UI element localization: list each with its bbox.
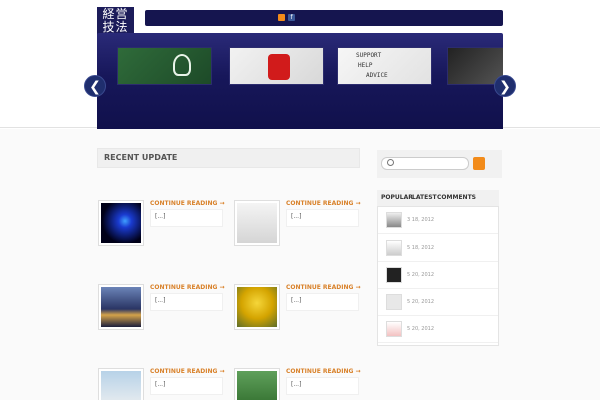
post-thumbnail[interactable] <box>234 200 280 246</box>
post-card: CONTINUE READING → [...] <box>98 284 225 334</box>
list-item[interactable]: 3 18, 2012 <box>378 207 498 234</box>
slide-4[interactable] <box>447 47 503 85</box>
list-item[interactable]: 5 20, 2012 <box>378 316 498 343</box>
list-item[interactable]: 5 20, 2012 <box>378 262 498 289</box>
search-button[interactable] <box>473 157 485 170</box>
slider-prev-button[interactable]: ❮ <box>84 75 106 97</box>
continue-reading-link[interactable]: CONTINUE READING → <box>286 200 361 207</box>
post-card: CONTINUE READING → [...] <box>234 200 361 250</box>
list-item-thumbnail[interactable] <box>386 321 402 337</box>
list-item-date: 5 20, 2012 <box>407 326 435 332</box>
post-card: CONTINUE READING → [...] <box>98 368 225 400</box>
slide-1[interactable] <box>117 47 212 85</box>
tab-latest[interactable]: LATEST <box>412 194 437 201</box>
list-item-date: 5 20, 2012 <box>407 299 435 305</box>
site-logo[interactable]: 経営技法 <box>97 7 134 35</box>
tab-popular[interactable]: POPULAR <box>381 194 413 201</box>
image-slider: SUPPORT HELP ADVICE <box>97 33 503 141</box>
list-item-thumbnail[interactable] <box>386 212 402 228</box>
list-item-date: 3 18, 2012 <box>407 217 435 223</box>
post-excerpt: [...] <box>150 209 223 227</box>
post-excerpt: [...] <box>286 293 359 311</box>
recent-update-header: RECENT UPDATE <box>97 148 360 168</box>
post-thumbnail[interactable] <box>234 284 280 330</box>
popular-list: 3 18, 2012 5 18, 2012 5 20, 2012 5 20, 2… <box>377 206 499 346</box>
tab-comments[interactable]: COMMENTS <box>437 194 476 201</box>
post-excerpt: [...] <box>286 209 359 227</box>
post-thumbnail[interactable] <box>98 284 144 330</box>
post-excerpt: [...] <box>150 293 223 311</box>
search-icon <box>387 159 394 166</box>
post-thumbnail[interactable] <box>98 200 144 246</box>
post-card: CONTINUE READING → [...] <box>98 200 225 250</box>
continue-reading-link[interactable]: CONTINUE READING → <box>150 368 225 375</box>
post-excerpt: [...] <box>150 377 223 395</box>
list-item-thumbnail[interactable] <box>386 294 402 310</box>
slide-strip: SUPPORT HELP ADVICE <box>97 41 503 97</box>
post-card: CONTINUE READING → [...] <box>234 368 361 400</box>
list-item-date: 5 20, 2012 <box>407 272 435 278</box>
post-excerpt: [...] <box>286 377 359 395</box>
section-title: RECENT UPDATE <box>104 153 178 162</box>
continue-reading-link[interactable]: CONTINUE READING → <box>286 368 361 375</box>
continue-reading-link[interactable]: CONTINUE READING → <box>150 284 225 291</box>
top-bar <box>145 10 503 26</box>
list-item[interactable]: 5 18, 2012 <box>378 235 498 262</box>
sidebar-tabs: POPULAR LATEST COMMENTS <box>377 190 499 206</box>
facebook-icon[interactable]: f <box>288 14 295 21</box>
continue-reading-link[interactable]: CONTINUE READING → <box>286 284 361 291</box>
post-thumbnail[interactable] <box>234 368 280 400</box>
slide-2[interactable] <box>229 47 324 85</box>
list-item-thumbnail[interactable] <box>386 240 402 256</box>
content-area <box>0 129 600 400</box>
list-item-date: 5 18, 2012 <box>407 245 435 251</box>
search-input[interactable] <box>381 157 469 170</box>
continue-reading-link[interactable]: CONTINUE READING → <box>150 200 225 207</box>
list-item-thumbnail[interactable] <box>386 267 402 283</box>
post-thumbnail[interactable] <box>98 368 144 400</box>
slide-3[interactable]: SUPPORT HELP ADVICE <box>337 47 432 85</box>
slider-next-button[interactable]: ❯ <box>494 75 516 97</box>
post-card: CONTINUE READING → [...] <box>234 284 361 334</box>
rss-icon[interactable] <box>278 14 285 21</box>
list-item[interactable]: 5 20, 2012 <box>378 289 498 316</box>
